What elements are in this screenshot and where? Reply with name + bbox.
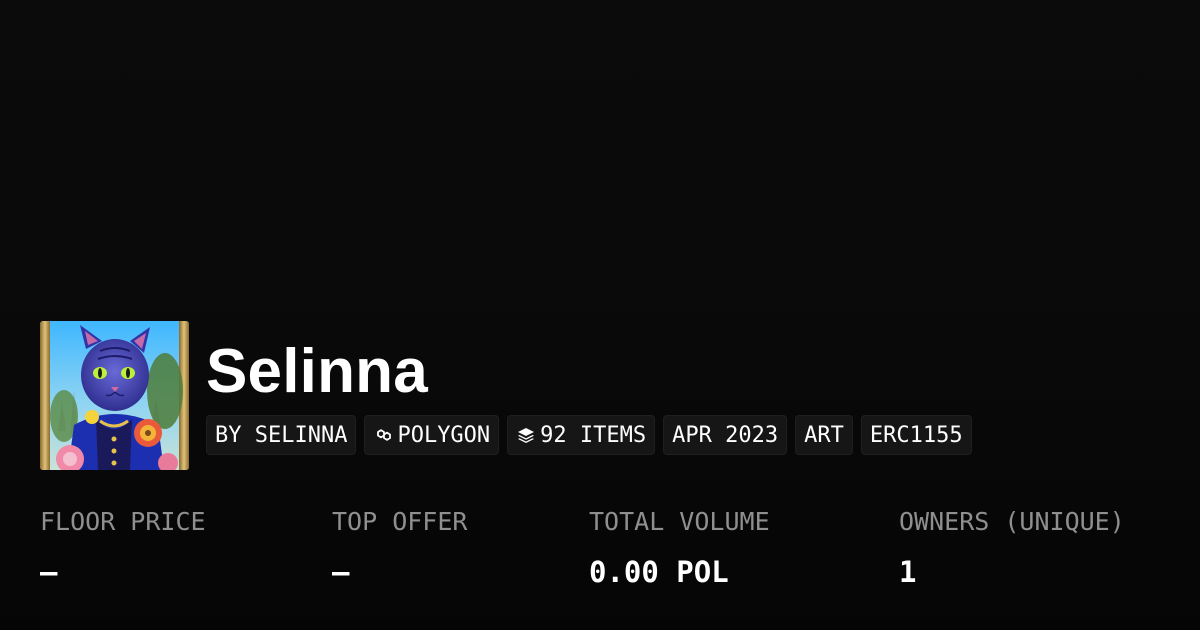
standard-chip[interactable]: ERC1155	[860, 415, 972, 455]
owners-value: 1	[899, 555, 917, 589]
top-offer-label: TOP OFFER	[332, 507, 468, 536]
date-label: APR 2023	[672, 422, 779, 448]
total-volume-label: TOTAL VOLUME	[589, 507, 770, 536]
items-chip[interactable]: 92 ITEMS	[507, 415, 656, 455]
owners-stat: OWNERS (UNIQUE) 1	[899, 505, 1125, 591]
standard-label: ERC1155	[869, 422, 963, 448]
owners-label: OWNERS (UNIQUE)	[899, 507, 1125, 536]
collection-stats: FLOOR PRICE – TOP OFFER – TOTAL VOLUME 0…	[0, 505, 1200, 605]
category-label: ART	[804, 422, 844, 448]
creator-chip[interactable]: BY SELINNA	[206, 415, 357, 455]
floor-price-label: FLOOR PRICE	[40, 507, 206, 536]
polygon-icon	[373, 425, 393, 445]
chain-chip[interactable]: POLYGON	[364, 415, 500, 455]
collection-card: Selinna BY SELINNA POLYGON 92 ITEMS APR …	[0, 0, 1200, 630]
chain-label: POLYGON	[397, 422, 491, 448]
total-volume-value: 0.00 POL	[589, 555, 729, 589]
date-chip[interactable]: APR 2023	[663, 415, 788, 455]
category-chip[interactable]: ART	[795, 415, 853, 455]
creator-label: BY SELINNA	[215, 422, 348, 448]
top-offer-stat: TOP OFFER –	[332, 505, 467, 591]
floor-price-stat: FLOOR PRICE –	[40, 505, 206, 591]
cat-portrait-image	[40, 321, 189, 470]
floor-price-value: –	[40, 555, 58, 589]
collection-avatar[interactable]	[40, 321, 189, 470]
top-offer-value: –	[332, 555, 350, 589]
items-label: 92 ITEMS	[540, 422, 647, 448]
layers-icon	[516, 425, 536, 445]
total-volume-stat: TOTAL VOLUME 0.00 POL	[589, 505, 770, 591]
collection-title: Selinna	[206, 337, 428, 406]
collection-tags: BY SELINNA POLYGON 92 ITEMS APR 2023 ART…	[206, 415, 972, 455]
